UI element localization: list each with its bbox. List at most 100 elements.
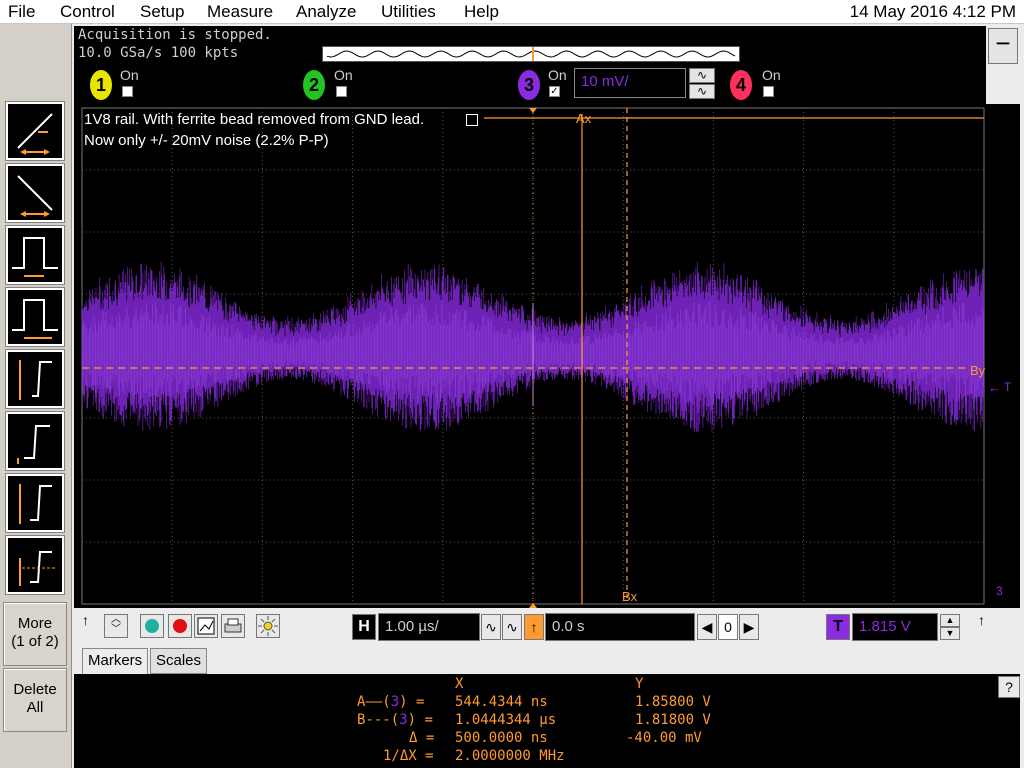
- trigger-level-marker: ←: [988, 380, 1001, 395]
- run-button[interactable]: [140, 614, 164, 638]
- left-panel: More (1 of 2) Delete All: [0, 24, 72, 768]
- marker-a-x: 544.4344 ns: [455, 694, 548, 710]
- minimize-button[interactable]: −: [988, 28, 1018, 64]
- horizontal-position-field[interactable]: 0.0 s: [545, 613, 695, 641]
- horizontal-scale-down[interactable]: ∿: [481, 614, 501, 640]
- more-page-label: (1 of 2): [11, 633, 59, 650]
- channel-3-scale-down[interactable]: ∿: [689, 84, 715, 99]
- channel-1-on-label: On: [120, 67, 139, 83]
- datetime: 14 May 2016 4:12 PM: [849, 2, 1016, 21]
- delete-label: Delete: [13, 681, 57, 698]
- glitch-trigger-button[interactable]: [5, 411, 65, 471]
- marker-b-eq: ) =: [407, 712, 433, 728]
- run-icon: [145, 619, 159, 633]
- runt-trigger-button[interactable]: [5, 473, 65, 533]
- channel-2-badge[interactable]: 2: [303, 70, 325, 100]
- sun-icon: [258, 616, 278, 636]
- channel-1-badge[interactable]: 1: [90, 70, 112, 100]
- channel-4-on-label: On: [762, 67, 781, 83]
- channel-3-scale-up[interactable]: ∿: [689, 68, 715, 83]
- marker-delta-label: Δ =: [409, 730, 434, 746]
- scroll-up-arrow[interactable]: ↑: [82, 612, 89, 628]
- window-trigger-button[interactable]: [5, 535, 65, 595]
- waveform-display[interactable]: Ax Bx: [74, 104, 986, 608]
- channel-3-on-label: On: [548, 67, 567, 83]
- menu-measure[interactable]: Measure: [207, 2, 273, 22]
- annotation-line-1[interactable]: 1V8 rail. With ferrite bead removed from…: [84, 111, 424, 128]
- position-right-button[interactable]: ▶: [739, 614, 759, 640]
- channel-2-on-label: On: [334, 67, 353, 83]
- print-button[interactable]: [221, 614, 245, 638]
- more-button[interactable]: More (1 of 2): [3, 602, 67, 666]
- trigger-level-down[interactable]: ▼: [940, 627, 960, 640]
- annotation-box: [466, 114, 478, 126]
- menu-analyze[interactable]: Analyze: [296, 2, 356, 22]
- horizontal-scale-up[interactable]: ∿: [502, 614, 522, 640]
- channel-2-checkbox[interactable]: [336, 86, 347, 97]
- falling-edge-trigger-button[interactable]: [5, 163, 65, 223]
- trigger-button[interactable]: T: [826, 614, 850, 640]
- marker-delta-y: -40.00 mV: [626, 730, 702, 746]
- single-icon: [197, 617, 215, 635]
- marker-freq-x: 2.0000000 MHz: [455, 748, 565, 764]
- marker-b-channel: 3: [399, 712, 408, 728]
- menu-bar: File Control Setup Measure Analyze Utili…: [0, 0, 1024, 24]
- menu-setup[interactable]: Setup: [140, 2, 184, 22]
- trigger-position-button[interactable]: ↑: [524, 614, 544, 640]
- marker-a-label: A——(3) =: [357, 694, 424, 710]
- more-label: More: [17, 615, 53, 632]
- falling-edge-icon: [17, 175, 53, 217]
- tab-markers[interactable]: Markers: [82, 648, 149, 674]
- annotation-line-2[interactable]: Now only +/- 20mV noise (2.2% P-P): [84, 132, 329, 149]
- channel-4-checkbox[interactable]: [763, 86, 774, 97]
- scroll-up-arrow-right[interactable]: ↑: [978, 612, 985, 628]
- marker-a-eq: ) =: [399, 694, 425, 710]
- channel-3-checkbox[interactable]: ✓: [549, 86, 560, 97]
- help-button[interactable]: ?: [998, 676, 1020, 698]
- channel-1-checkbox[interactable]: [122, 86, 133, 97]
- marker-a-channel: 3: [390, 694, 400, 710]
- channel-3-badge[interactable]: 3: [518, 70, 540, 100]
- period-trigger-button[interactable]: [5, 287, 65, 347]
- marker-a-y: 1.85800 V: [635, 694, 711, 710]
- sample-rate: 10.0 GSa/s 100 kpts: [78, 45, 239, 61]
- waveform-canvas: Ax Bx: [81, 107, 985, 608]
- pan-updown-icon[interactable]: ︿ ﹀: [104, 614, 128, 638]
- brightness-button[interactable]: [256, 614, 280, 638]
- trigger-level-field[interactable]: 1.815 V: [852, 613, 938, 641]
- print-icon: [224, 618, 242, 633]
- waveform-overview[interactable]: [322, 46, 740, 62]
- marker-delta-eq: =: [417, 730, 435, 746]
- channel-4-badge[interactable]: 4: [730, 70, 752, 100]
- delete-all-button[interactable]: Delete All: [3, 668, 67, 732]
- horizontal-scale-field[interactable]: 1.00 µs/: [378, 613, 480, 641]
- rise-time-icon: [19, 360, 52, 400]
- channel-3-scale-field[interactable]: 10 mV/: [574, 68, 686, 98]
- marker-delta-x: 500.0000 ns: [455, 730, 548, 746]
- trigger-level-up[interactable]: ▲: [940, 614, 960, 627]
- marker-freq-label: 1/ΔX =: [383, 748, 434, 764]
- tab-scales[interactable]: Scales: [150, 648, 208, 674]
- pulse-width-trigger-button[interactable]: [5, 225, 65, 285]
- marker-freq-eq: =: [416, 748, 434, 764]
- marker-b-name: B---(: [357, 712, 400, 728]
- menu-control[interactable]: Control: [60, 2, 115, 22]
- single-button[interactable]: [194, 614, 218, 638]
- menu-help[interactable]: Help: [464, 2, 499, 22]
- all-label: All: [26, 699, 44, 716]
- markers-header-y: Y: [635, 676, 644, 692]
- ax-cursor-label: Ax: [576, 111, 592, 126]
- acquisition-status: Acquisition is stopped.: [78, 27, 272, 43]
- horizontal-button[interactable]: H: [352, 614, 376, 640]
- rising-edge-trigger-button[interactable]: [5, 101, 65, 161]
- marker-freq-name: 1/ΔX: [383, 748, 417, 764]
- position-reference[interactable]: 0: [718, 614, 738, 640]
- menu-utilities[interactable]: Utilities: [381, 2, 436, 22]
- rise-time-trigger-button[interactable]: [5, 349, 65, 409]
- menu-file[interactable]: File: [8, 2, 35, 22]
- stop-button[interactable]: [168, 614, 192, 638]
- runt-icon: [19, 484, 52, 524]
- window-icon: [19, 551, 56, 586]
- position-left-button[interactable]: ◀: [697, 614, 717, 640]
- period-icon: [12, 299, 58, 339]
